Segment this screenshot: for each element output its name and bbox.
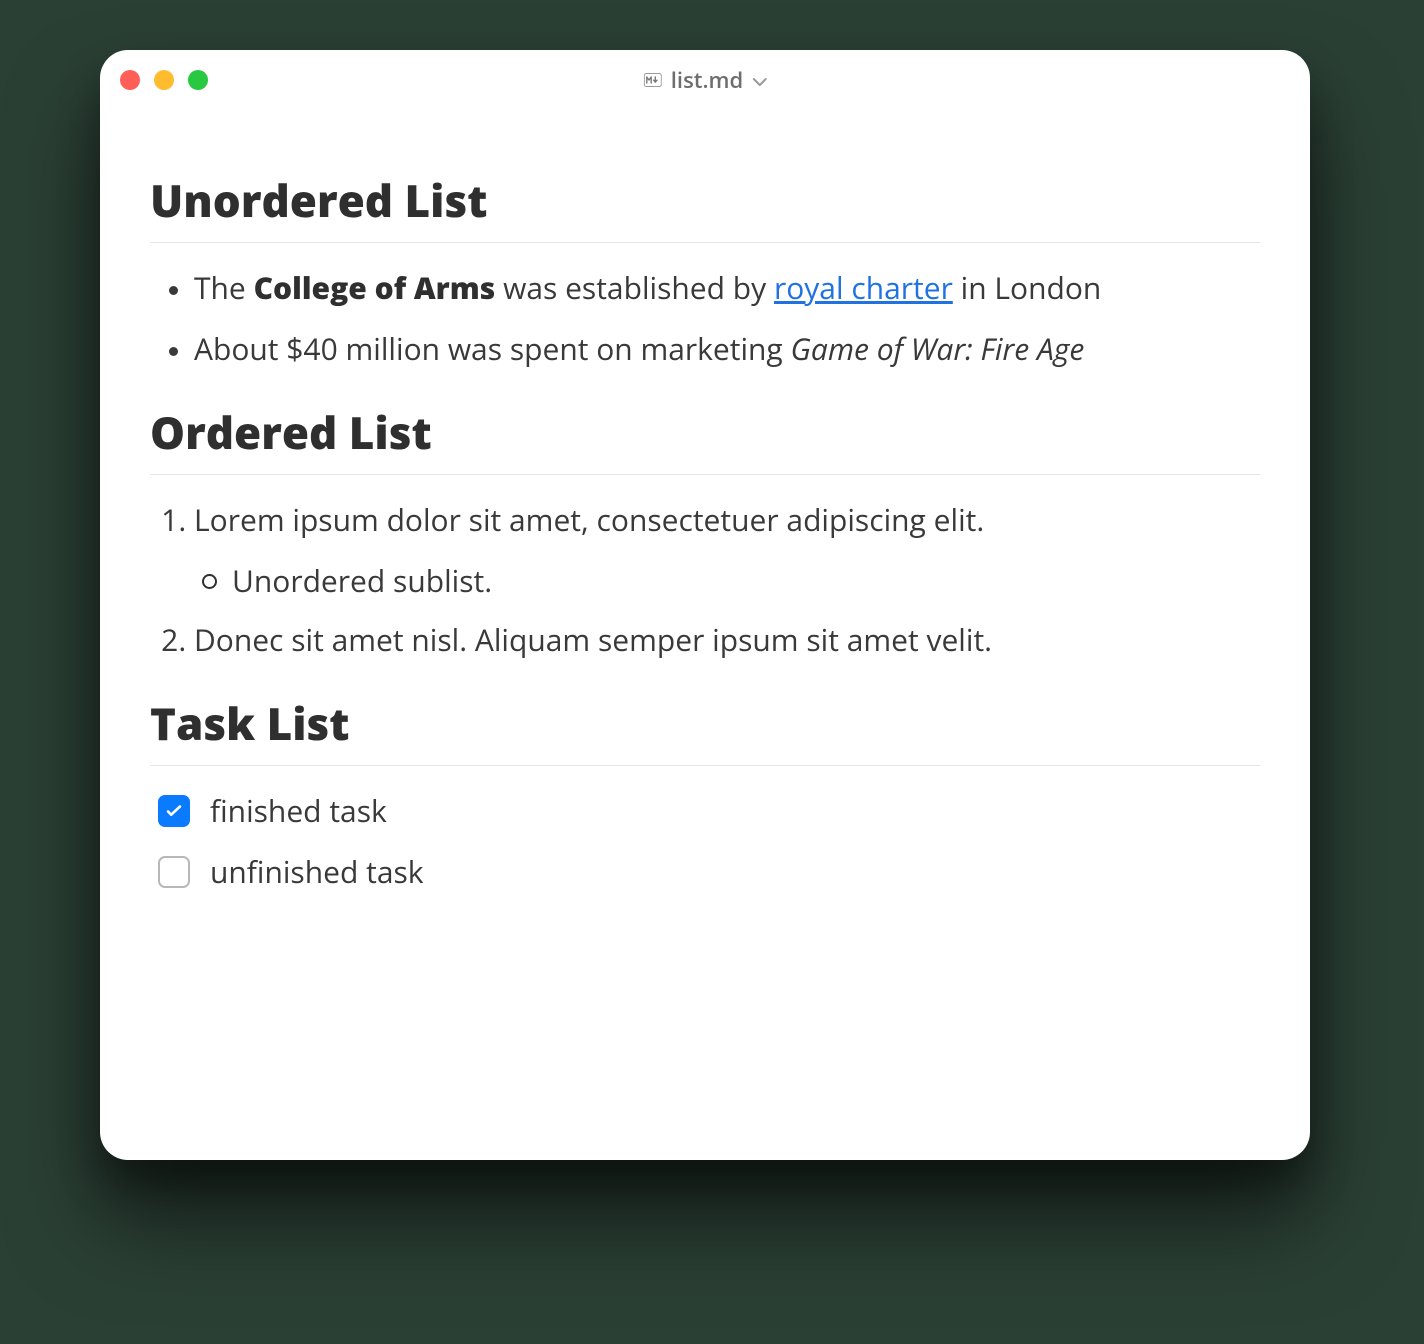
task-checkbox-unchecked[interactable] [158,856,190,888]
task-item: unfinished task [158,849,1260,896]
window-title-text: list.md [671,65,743,95]
titlebar: list.md [100,50,1310,110]
task-label: unfinished task [210,849,424,896]
text: About $40 million was spent on marketing [194,328,791,369]
window-controls [120,70,208,90]
italic-text: Game of War: Fire Age [791,328,1085,369]
unordered-list: The College of Arms was established by r… [150,265,1260,372]
list-item: Lorem ipsum dolor sit amet, consectetuer… [194,497,1260,603]
heading-unordered: Unordered List [150,170,1260,243]
list-item: Donec sit amet nisl. Aliquam semper ipsu… [194,617,1260,664]
royal-charter-link[interactable]: royal charter [774,267,953,308]
list-item: Unordered sublist. [232,558,1260,603]
list-item: The College of Arms was established by r… [194,265,1260,312]
ordered-list: Lorem ipsum dolor sit amet, consectetuer… [150,497,1260,663]
window-title[interactable]: list.md [643,65,767,95]
heading-task: Task List [150,693,1260,766]
minimize-window-button[interactable] [154,70,174,90]
text: The [194,267,254,308]
text: was established by [495,267,774,308]
list-item: About $40 million was spent on marketing… [194,326,1260,373]
markdown-file-icon [643,70,663,90]
app-window: list.md Unordered List The College of Ar… [100,50,1310,1160]
document-body: Unordered List The College of Arms was e… [100,110,1310,957]
sublist: Unordered sublist. [194,558,1260,603]
bold-text: College of Arms [254,267,496,308]
text: Unordered sublist. [232,560,492,601]
task-checkbox-checked[interactable] [158,795,190,827]
text: Donec sit amet nisl. Aliquam semper ipsu… [194,619,992,660]
task-list: finished task unfinished task [150,788,1260,895]
heading-ordered: Ordered List [150,402,1260,475]
text: Lorem ipsum dolor sit amet, consectetuer… [194,499,984,540]
close-window-button[interactable] [120,70,140,90]
task-label: finished task [210,788,387,835]
task-item: finished task [158,788,1260,835]
chevron-down-icon[interactable] [753,67,767,94]
zoom-window-button[interactable] [188,70,208,90]
text: in London [953,267,1101,308]
